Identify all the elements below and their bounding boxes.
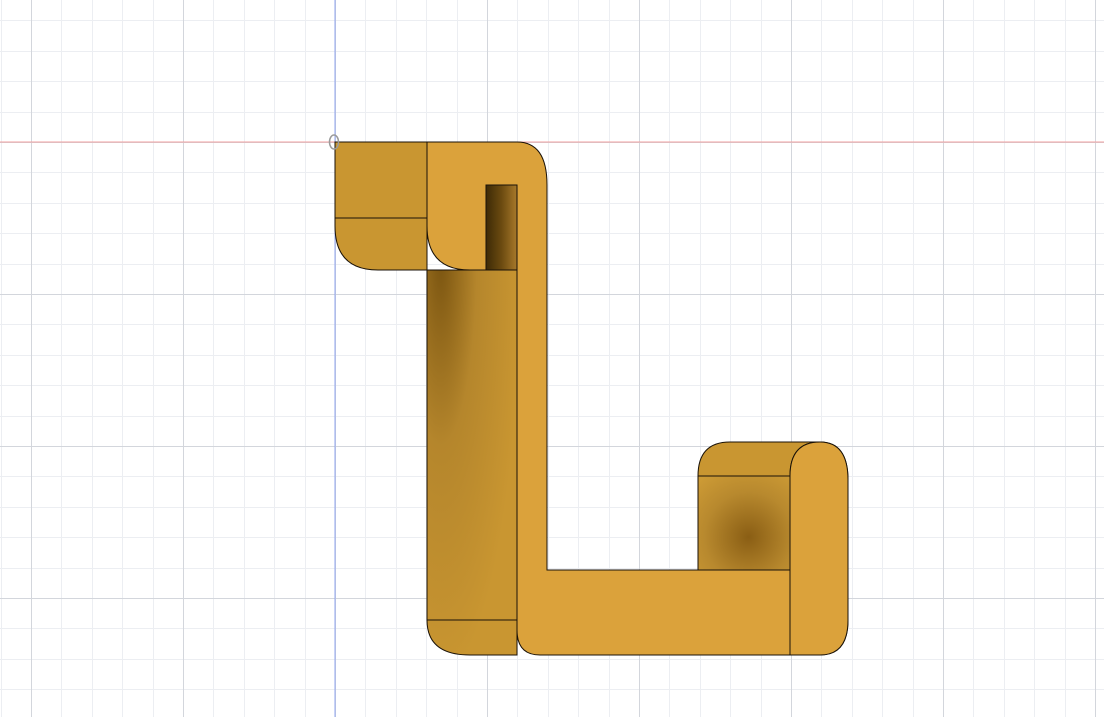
right-upright-front-cap[interactable] [789, 441, 849, 656]
3d-viewport[interactable] [0, 0, 1104, 717]
viewport-canvas[interactable] [0, 0, 1104, 717]
hook-bracket-model[interactable] [334, 141, 849, 656]
right-upright-side[interactable] [697, 475, 791, 571]
top-hook-pocket [485, 184, 518, 271]
top-left-block-side[interactable] [334, 141, 428, 271]
